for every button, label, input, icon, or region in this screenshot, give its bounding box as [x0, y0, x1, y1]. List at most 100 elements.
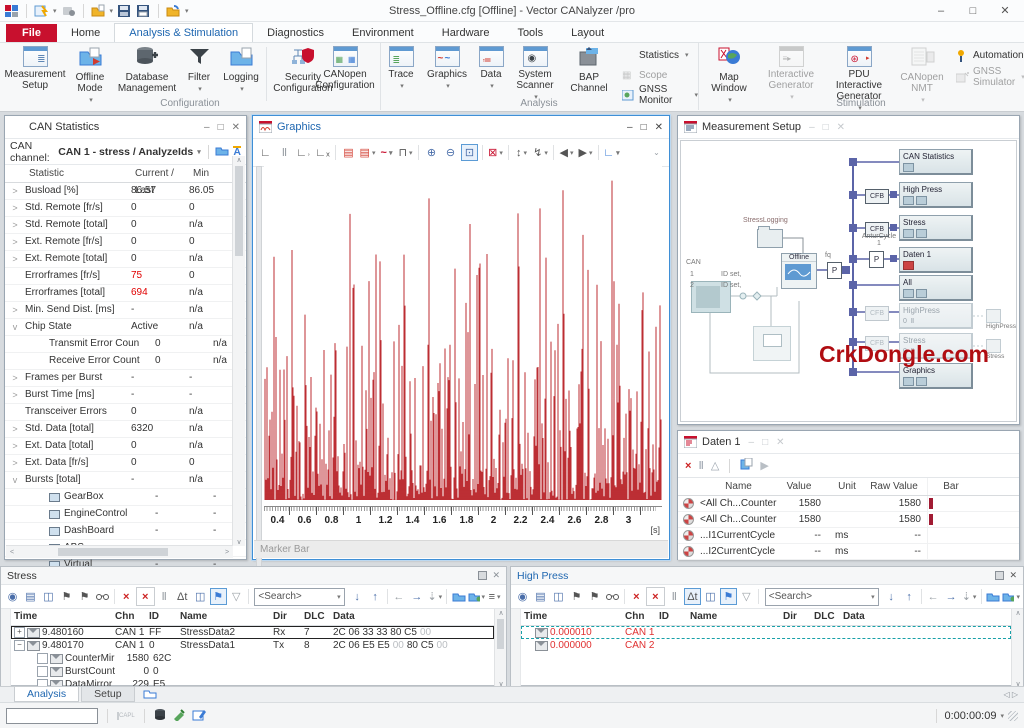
- folder-icon[interactable]: [215, 145, 229, 159]
- pause-icon[interactable]: Ⅱ: [276, 144, 293, 161]
- gnss-simulator-button[interactable]: GNSS Simulator: [956, 69, 1024, 85]
- col-bar[interactable]: Bar: [927, 478, 974, 495]
- prev-marker-icon[interactable]: ◀: [558, 144, 575, 161]
- clear-icon[interactable]: ×: [118, 588, 135, 605]
- table-row[interactable]: <All Ch...Counter 1580 1580: [678, 496, 1019, 512]
- forward-icon[interactable]: →: [943, 588, 960, 605]
- app-icon[interactable]: [4, 4, 19, 18]
- col-value[interactable]: Value: [777, 478, 827, 495]
- back-icon[interactable]: ←: [390, 588, 407, 605]
- search-down-icon[interactable]: ↓: [349, 588, 366, 605]
- expander-icon[interactable]: [5, 489, 25, 505]
- forward-icon[interactable]: →: [408, 588, 425, 605]
- fixed-columns-icon[interactable]: ◫: [192, 588, 209, 605]
- diagram-block-stress[interactable]: Stress: [899, 215, 973, 241]
- table-row[interactable]: DashBoard - -: [5, 523, 246, 540]
- new-file-icon[interactable]: [91, 4, 106, 18]
- table-row[interactable]: Receive Error Count 0 n/a: [5, 353, 246, 370]
- minimize-icon[interactable]: –: [809, 122, 815, 133]
- offline-mode-button[interactable]: Offline Mode: [68, 46, 112, 104]
- signal-select-icon[interactable]: ▤: [359, 144, 376, 161]
- diagram-block-all[interactable]: All: [899, 275, 973, 301]
- table-row[interactable]: > Std. Data [total] 6320 n/a: [5, 421, 246, 438]
- scroll-left-icon[interactable]: <: [6, 549, 18, 556]
- tab-hardware[interactable]: Hardware: [428, 24, 504, 42]
- sync-scroll-icon[interactable]: ⇣: [961, 588, 978, 605]
- filter-button[interactable]: Filter: [182, 46, 216, 93]
- search-input[interactable]: <Search>▾: [765, 588, 879, 606]
- offline-icon[interactable]: [61, 4, 76, 18]
- scroll-right-icon[interactable]: >: [221, 549, 233, 556]
- expander-icon[interactable]: [5, 268, 25, 284]
- database-icon[interactable]: [154, 708, 166, 724]
- measure-x-icon[interactable]: ∟˒: [295, 144, 312, 161]
- statistics-icon[interactable]: ▤: [532, 588, 549, 605]
- vertical-scrollbar[interactable]: ∧ ∨: [494, 609, 506, 688]
- search-input[interactable]: <Search>▾: [254, 588, 344, 606]
- maximize-icon[interactable]: □: [218, 122, 224, 133]
- col-data[interactable]: Data: [333, 609, 494, 625]
- back-icon[interactable]: ←: [925, 588, 942, 605]
- measurement-diagram[interactable]: CAN Statistics High Press Stress Daten 1…: [680, 140, 1017, 422]
- trace-button[interactable]: ≣ Trace: [382, 46, 420, 90]
- expander-icon[interactable]: [5, 404, 25, 420]
- trace-row[interactable]: − 9.480170 CAN 1 0 StressData1 Tx 8 2C 0…: [11, 639, 494, 652]
- expander-icon[interactable]: [37, 666, 48, 677]
- col-name[interactable]: Name: [698, 478, 777, 495]
- minimize-icon[interactable]: –: [627, 122, 633, 133]
- find-icon[interactable]: [94, 588, 111, 605]
- col-id[interactable]: ID: [659, 609, 690, 625]
- filter-flag-icon[interactable]: ⚑: [210, 588, 227, 605]
- close-icon[interactable]: ✕: [837, 122, 845, 133]
- cfb-filter-high-press[interactable]: CFB: [865, 189, 889, 204]
- table-row[interactable]: Transceiver Errors 0 n/a: [5, 404, 246, 421]
- column-layout-icon[interactable]: ≡: [486, 588, 503, 605]
- maximize-icon[interactable]: □: [958, 2, 988, 20]
- expander-icon[interactable]: >: [5, 455, 25, 471]
- expander-icon[interactable]: [5, 285, 25, 301]
- delta-time-icon[interactable]: Δt: [684, 588, 701, 605]
- table-row[interactable]: v Bursts [total] - n/a: [5, 472, 246, 489]
- table-row[interactable]: > Burst Time [ms] - -: [5, 387, 246, 404]
- expander-icon[interactable]: [5, 506, 25, 522]
- zoom-out-icon[interactable]: ⊖: [442, 144, 459, 161]
- scroll-down-icon[interactable]: ∨: [233, 538, 245, 546]
- expander-icon[interactable]: +: [14, 627, 25, 638]
- tab-scroll-arrows[interactable]: ◁ ▷: [1003, 690, 1018, 699]
- table-row[interactable]: v Chip State Active n/a: [5, 319, 246, 336]
- clear-icon[interactable]: ×: [628, 588, 645, 605]
- write-window-icon[interactable]: [192, 708, 206, 724]
- measurement-setup-button[interactable]: ≣ Measurement Setup: [6, 46, 64, 91]
- new-page-icon[interactable]: [143, 688, 157, 702]
- signal-plot[interactable]: [264, 166, 662, 506]
- expander-icon[interactable]: >: [5, 251, 25, 267]
- maximize-icon[interactable]: □: [823, 122, 829, 133]
- scroll-up-icon[interactable]: ∧: [1012, 609, 1024, 617]
- open-folder-icon[interactable]: [984, 588, 1001, 605]
- zoom-box-icon[interactable]: ⊡: [461, 144, 478, 161]
- col-raw-value[interactable]: Raw Value: [867, 478, 927, 495]
- col-dir[interactable]: Dir: [783, 609, 814, 625]
- pause-icon[interactable]: Ⅱ: [698, 459, 703, 472]
- expander-icon[interactable]: >: [5, 370, 25, 386]
- expander-icon[interactable]: >: [5, 387, 25, 403]
- close-icon[interactable]: ✕: [990, 2, 1020, 20]
- save-icon[interactable]: [117, 4, 132, 18]
- info-icon[interactable]: ◉: [4, 588, 21, 605]
- tab-home[interactable]: Home: [57, 24, 114, 42]
- legend-splitter[interactable]: [256, 166, 262, 578]
- scroll-up-icon[interactable]: ∧: [495, 609, 507, 617]
- trace-row[interactable]: 0.000010 CAN 1: [521, 626, 1011, 639]
- expander-icon[interactable]: >: [5, 302, 25, 318]
- pause-icon[interactable]: Ⅱ: [156, 588, 173, 605]
- table-row[interactable]: ...I2CurrentCycle -- ms --: [678, 544, 1019, 560]
- toolbar-overflow-icon[interactable]: ⌄: [648, 144, 665, 161]
- p-filter-daten[interactable]: P: [869, 251, 884, 268]
- trace-row[interactable]: BurstCount 0 0: [11, 665, 494, 678]
- new-page-icon[interactable]: [740, 458, 753, 473]
- expander-icon[interactable]: −: [14, 640, 25, 651]
- trace-row[interactable]: + 9.480160 CAN 1 FF StressData2 Rx 7 2C …: [11, 626, 494, 639]
- table-row[interactable]: > Std. Remote [total] 0 n/a: [5, 217, 246, 234]
- step-style-icon[interactable]: ⊓: [397, 144, 414, 161]
- vertical-scrollbar[interactable]: ∧ ∨: [232, 156, 245, 546]
